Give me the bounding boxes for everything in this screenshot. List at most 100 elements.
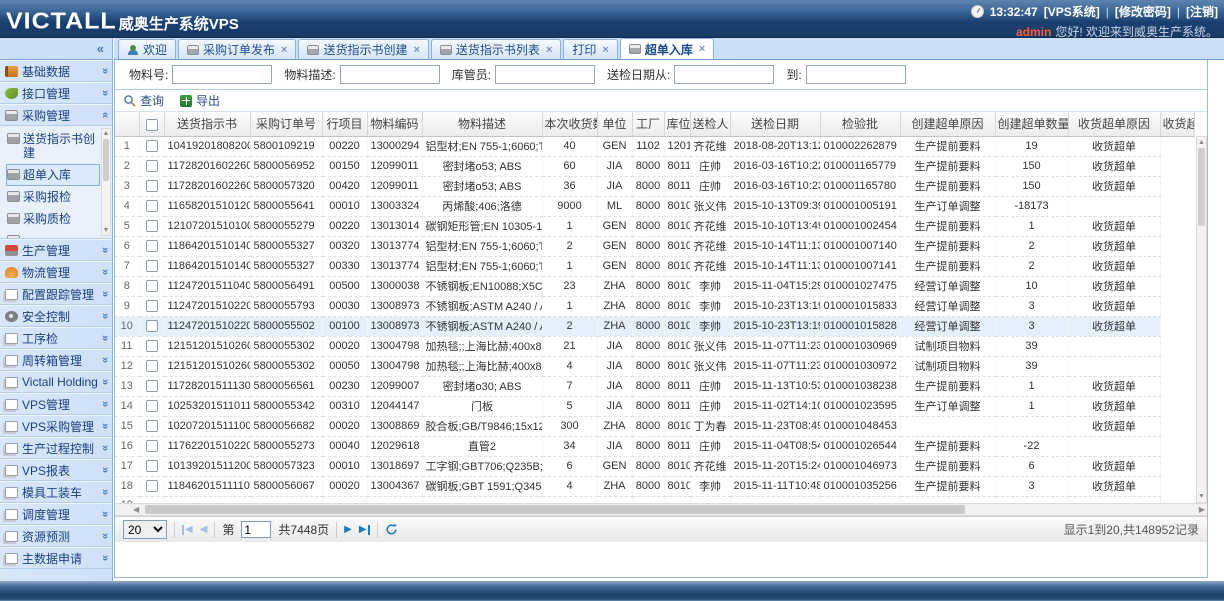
scroll-left-icon[interactable]: ◀ <box>133 505 139 514</box>
tab-item[interactable]: 送货指示书创建× <box>298 39 428 59</box>
column-header[interactable]: 送货指示书 <box>164 112 250 136</box>
table-row[interactable]: 71186420151014058000553270033013013774铝型… <box>115 256 1194 276</box>
inspect-date-from-input[interactable] <box>674 65 774 84</box>
select-all-checkbox[interactable] <box>146 119 158 131</box>
refresh-icon[interactable] <box>385 523 398 536</box>
vertical-scroll-thumb[interactable] <box>1198 148 1205 226</box>
tab-item[interactable]: 打印× <box>563 39 617 59</box>
tab-item[interactable]: 欢迎 <box>118 39 176 59</box>
table-row[interactable]: 101124720151022058000555020010013008973不… <box>115 316 1194 336</box>
material-desc-input[interactable] <box>340 65 440 84</box>
scroll-down-icon[interactable]: ▼ <box>1197 493 1206 500</box>
row-checkbox[interactable] <box>146 140 158 152</box>
row-checkbox[interactable] <box>146 460 158 472</box>
column-header[interactable]: 单位 <box>597 112 632 136</box>
column-header[interactable]: 检验批 <box>820 112 900 136</box>
column-header[interactable]: 物料编码 <box>367 112 422 136</box>
sidebar-item[interactable]: 采购管理« <box>0 104 112 126</box>
export-button[interactable]: 导出 <box>180 92 220 109</box>
sidebar-item[interactable]: 调度管理» <box>0 503 112 525</box>
table-row[interactable]: 111215120151026058000553020002013004798加… <box>115 336 1194 356</box>
table-row[interactable]: 131172820151113058000565610023012099007密… <box>115 376 1194 396</box>
row-checkbox[interactable] <box>146 160 158 172</box>
link-change-password[interactable]: [修改密码] <box>1115 3 1171 20</box>
sidebar-subitem[interactable]: 采购质检 <box>6 208 100 230</box>
sidebar-item[interactable]: 周转箱管理» <box>0 349 112 371</box>
table-row[interactable]: 121215120151026058000553020005013004798加… <box>115 356 1194 376</box>
column-header[interactable]: 创建超单原因 <box>900 112 995 136</box>
column-header[interactable]: 行项目 <box>322 112 367 136</box>
material-no-input[interactable] <box>172 65 272 84</box>
row-checkbox[interactable] <box>146 420 158 432</box>
table-row[interactable]: 11041920180820058001092190022013000294铝型… <box>115 136 1194 156</box>
row-checkbox[interactable] <box>146 220 158 232</box>
inspect-date-to-input[interactable] <box>806 65 906 84</box>
row-checkbox[interactable] <box>146 260 158 272</box>
vertical-scrollbar[interactable]: ▲ ▼ <box>1196 136 1207 503</box>
table-row[interactable]: 181184620151111058000560670002013004367碳… <box>115 476 1194 496</box>
horizontal-scroll-thumb[interactable] <box>145 505 965 514</box>
row-checkbox[interactable] <box>146 320 158 332</box>
table-row[interactable]: 61186420151014058000553270032013013774铝型… <box>115 236 1194 256</box>
table-row[interactable]: 161176220151022058000552730004012029618直… <box>115 436 1194 456</box>
row-checkbox[interactable] <box>146 480 158 492</box>
column-header[interactable]: 本次收货数 <box>542 112 597 136</box>
table-row[interactable]: 31172820160226058000573200042012099011密封… <box>115 176 1194 196</box>
row-checkbox[interactable] <box>146 280 158 292</box>
table-row[interactable]: 51210720151010058000552790022013013014碳钢… <box>115 216 1194 236</box>
sidebar-item[interactable]: 主数据申请» <box>0 547 112 569</box>
close-icon[interactable]: × <box>413 44 419 56</box>
close-icon[interactable]: × <box>546 44 552 56</box>
column-header[interactable]: 库位 <box>664 112 690 136</box>
sidebar-item[interactable]: Victall Holding» <box>0 371 112 393</box>
close-icon[interactable]: × <box>699 43 705 55</box>
row-checkbox[interactable] <box>146 200 158 212</box>
link-vps-system[interactable]: [VPS系统] <box>1044 3 1100 20</box>
scroll-up-icon[interactable]: ▲ <box>102 130 110 137</box>
sidebar-item[interactable]: 资源预测» <box>0 525 112 547</box>
column-header[interactable]: 工厂 <box>632 112 664 136</box>
tab-item[interactable]: 送货指示书列表× <box>431 39 561 59</box>
first-page-button[interactable]: ◀ <box>182 525 193 535</box>
column-header[interactable]: 送检人 <box>690 112 730 136</box>
row-checkbox[interactable] <box>146 240 158 252</box>
table-row[interactable]: 41165820151012058000556410001013003324丙烯… <box>115 196 1194 216</box>
row-checkbox[interactable] <box>146 400 158 412</box>
table-row[interactable]: 81124720151104058000564910050013000038不锈… <box>115 276 1194 296</box>
sidebar-subitem[interactable]: 采购报检 <box>6 186 100 208</box>
sidebar-item[interactable]: VPS报表» <box>0 459 112 481</box>
query-button[interactable]: 查询 <box>123 92 164 109</box>
sidebar-subitem[interactable]: 超单入库 <box>6 164 100 186</box>
column-header[interactable]: 收货超单数量 <box>1160 112 1194 136</box>
horizontal-scrollbar[interactable]: ◀ ▶ <box>115 503 1207 516</box>
sidebar-item[interactable]: 生产管理» <box>0 239 112 261</box>
table-row[interactable]: 141025320151101158000553420031012044147门… <box>115 396 1194 416</box>
prev-page-button[interactable]: ◀ <box>200 525 208 535</box>
column-header[interactable]: 收货超单原因 <box>1068 112 1160 136</box>
row-checkbox[interactable] <box>146 440 158 452</box>
page-size-select[interactable]: 20 <box>123 520 167 539</box>
sidebar-item[interactable]: 物流管理» <box>0 261 112 283</box>
sidebar-item[interactable]: 安全控制» <box>0 305 112 327</box>
column-header[interactable]: 物料描述 <box>422 112 542 136</box>
tab-item[interactable]: 采购订单发布× <box>178 39 296 59</box>
submenu-scroll-thumb[interactable] <box>103 139 109 181</box>
tab-active[interactable]: 超单入库× <box>620 38 714 59</box>
column-header[interactable]: 创建超单数量 <box>995 112 1068 136</box>
sidebar-item[interactable]: 模具工装车» <box>0 481 112 503</box>
scroll-up-icon[interactable]: ▲ <box>1197 139 1206 146</box>
close-icon[interactable]: × <box>281 44 287 56</box>
sidebar-item[interactable]: 接口管理» <box>0 82 112 104</box>
table-row[interactable]: 91124720151022058000557930003013008973不锈… <box>115 296 1194 316</box>
row-checkbox[interactable] <box>146 300 158 312</box>
sidebar-item[interactable]: VPS管理» <box>0 393 112 415</box>
sidebar-subitem[interactable]: 送货指示书创建 <box>6 128 100 164</box>
row-checkbox[interactable] <box>146 360 158 372</box>
column-header[interactable]: 采购订单号 <box>250 112 322 136</box>
collapse-sidebar-button[interactable]: « <box>97 42 104 55</box>
scroll-down-icon[interactable]: ▼ <box>102 227 110 234</box>
page-number-input[interactable] <box>241 521 271 538</box>
row-checkbox[interactable] <box>146 340 158 352</box>
scroll-right-icon[interactable]: ▶ <box>1199 505 1205 514</box>
row-checkbox[interactable] <box>146 180 158 192</box>
